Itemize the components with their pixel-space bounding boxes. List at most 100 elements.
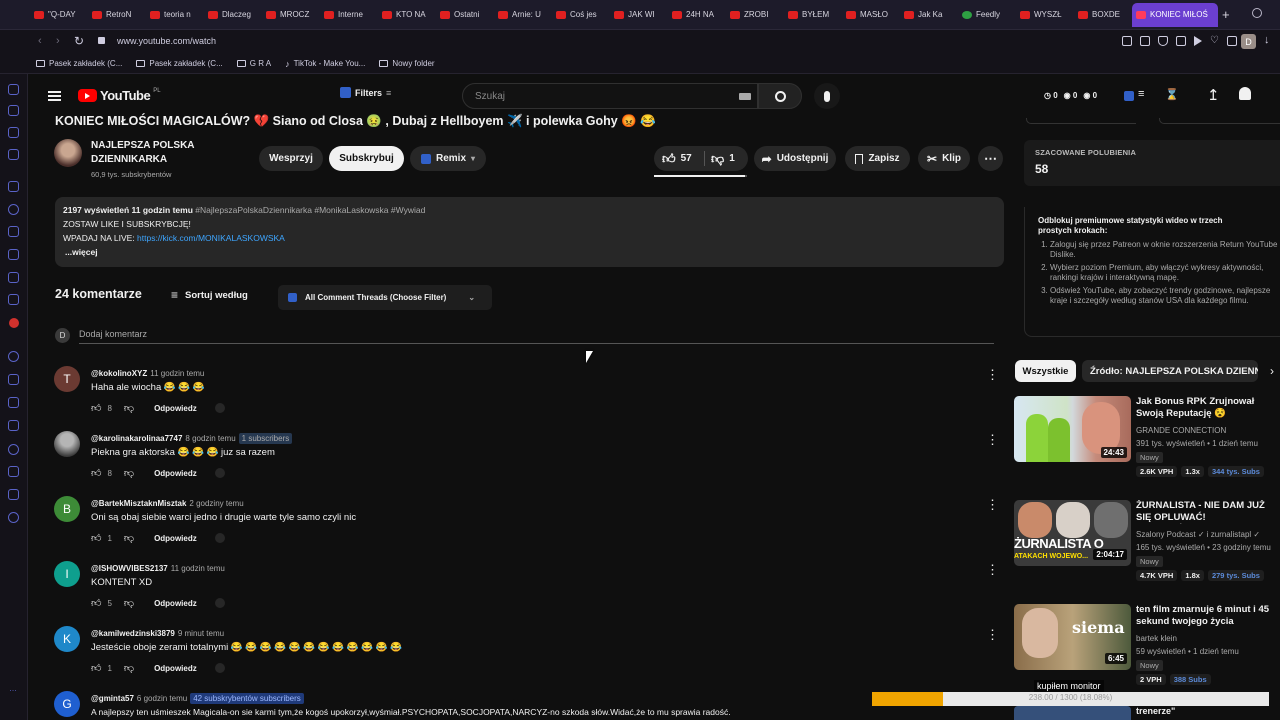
thumbs-up-icon[interactable]: 👍︎: [91, 467, 101, 479]
play-icon[interactable]: [1194, 36, 1202, 46]
bookmark-folder[interactable]: Pasek zakładek (C...: [36, 59, 122, 68]
sidebar-app-icon[interactable]: [8, 127, 19, 138]
forward-icon[interactable]: ›: [56, 35, 60, 47]
share-button[interactable]: ➦ Udostępnij: [754, 146, 836, 171]
chevron-right-icon[interactable]: ›: [1270, 364, 1274, 378]
keyboard-icon[interactable]: [739, 93, 751, 100]
list-icon[interactable]: ≡: [1138, 88, 1144, 100]
comment-avatar[interactable]: B: [54, 496, 80, 522]
extension-dot-icon[interactable]: [214, 403, 225, 413]
comment-time[interactable]: 6 godzin temu: [137, 694, 187, 703]
browser-tab-active[interactable]: KONIEC MIŁOŚ: [1132, 2, 1218, 27]
comment-author[interactable]: @kokolinoXYZ: [91, 369, 147, 378]
extension-icon[interactable]: [1176, 36, 1186, 46]
more-actions-button[interactable]: ⋯: [978, 146, 1003, 171]
sidebar-app-icon[interactable]: [8, 444, 19, 455]
new-tab-icon[interactable]: +: [1222, 7, 1230, 22]
sidebar-app-icon[interactable]: [8, 374, 19, 385]
sidebar-app-icon[interactable]: [8, 226, 19, 237]
browser-tab[interactable]: Ostatni: [436, 3, 494, 27]
sidebar-more-icon[interactable]: …: [9, 684, 17, 693]
upload-icon[interactable]: ↥: [1207, 86, 1220, 104]
comment-author[interactable]: @kamilwedzinski3879: [91, 629, 175, 638]
comment-author[interactable]: @gminta57: [91, 694, 134, 703]
show-more-link[interactable]: ...więcej: [63, 245, 996, 259]
thumbs-up-icon[interactable]: 👍︎: [91, 597, 101, 609]
comment-avatar[interactable]: G: [54, 691, 80, 717]
browser-tab[interactable]: MROCZ: [262, 3, 320, 27]
reply-button[interactable]: Odpowiedz: [154, 534, 197, 543]
video-channel[interactable]: bartek klein: [1136, 634, 1177, 643]
browser-tab[interactable]: BYŁEM: [784, 3, 842, 27]
extension-dot-icon[interactable]: [214, 663, 225, 673]
extension-dot-icon[interactable]: [214, 468, 225, 478]
comment-avatar[interactable]: I: [54, 561, 80, 587]
thumbs-up-icon[interactable]: 👍︎: [91, 532, 101, 544]
comment-menu-icon[interactable]: ⋮: [986, 498, 999, 512]
browser-tab[interactable]: KTO NA: [378, 3, 436, 27]
video-channel[interactable]: Szalony Podcast ✓ i zurnalistapl ✓: [1136, 530, 1260, 539]
voice-search-button[interactable]: [814, 83, 840, 109]
thumbs-down-icon[interactable]: 👎︎: [124, 402, 134, 414]
sidebar-app-icon[interactable]: [8, 204, 19, 215]
thumbs-up-icon[interactable]: 👍︎: [91, 662, 101, 674]
chip-all[interactable]: Wszystkie: [1015, 360, 1076, 382]
comment-time[interactable]: 8 godzin temu: [185, 434, 235, 443]
sidebar-app-icon[interactable]: [8, 84, 19, 95]
extension-icon[interactable]: [1140, 36, 1150, 46]
notifications-bell-icon[interactable]: [1239, 87, 1251, 100]
kick-link[interactable]: https://kick.com/MONIKALASKOWSKA: [137, 233, 285, 243]
sidebar-app-icon[interactable]: [8, 105, 19, 116]
bookmark-folder[interactable]: G R A: [236, 59, 271, 68]
sidebar-app-icon[interactable]: [8, 149, 19, 160]
comment-menu-icon[interactable]: ⋮: [986, 368, 999, 382]
browser-tab[interactable]: Jak Ka: [900, 3, 958, 27]
heart-icon[interactable]: ♡: [1210, 36, 1219, 46]
comment-avatar[interactable]: T: [54, 366, 80, 392]
browser-tab[interactable]: JAK WI: [610, 3, 668, 27]
video-title[interactable]: Jak Bonus RPK Zrujnował Swoją Reputację …: [1136, 396, 1280, 420]
video-channel[interactable]: GRANDE CONNECTION: [1136, 426, 1226, 435]
shield-icon[interactable]: [1158, 36, 1168, 46]
extension-dot-icon[interactable]: [214, 533, 225, 543]
video-thumbnail[interactable]: ŻURNALISTA O ATAKACH WOJEWO... 2:04:17: [1014, 500, 1131, 566]
profile-avatar[interactable]: D: [1241, 34, 1256, 49]
channel-avatar[interactable]: [54, 139, 82, 167]
reply-button[interactable]: Odpowiedz: [154, 469, 197, 478]
browser-tab[interactable]: teoria n: [146, 3, 204, 27]
description-box[interactable]: 2197 wyświetleń 11 godzin temu #Najlepsz…: [55, 197, 1004, 267]
sidebar-app-icon[interactable]: [9, 318, 19, 328]
extension-icon[interactable]: [1124, 91, 1134, 101]
sidebar-app-icon[interactable]: [8, 420, 19, 431]
browser-tab[interactable]: Dlaczeg: [204, 3, 262, 27]
sidebar-app-icon[interactable]: [8, 272, 19, 283]
extension-icon[interactable]: [1122, 36, 1132, 46]
reload-icon[interactable]: ↻: [74, 34, 84, 48]
browser-tab[interactable]: MASŁO: [842, 3, 900, 27]
search-button[interactable]: [758, 83, 802, 109]
video-thumbnail[interactable]: 24:43: [1014, 396, 1131, 462]
hourglass-icon[interactable]: ⌛: [1165, 88, 1179, 101]
menu-icon[interactable]: [48, 91, 61, 101]
video-title[interactable]: ten film zmarnuje 6 minut i 45 sekund tw…: [1136, 604, 1280, 628]
clip-button[interactable]: ✂ Klip: [918, 146, 970, 171]
thumbs-down-icon[interactable]: 👎︎: [124, 662, 134, 674]
thumbs-down-icon[interactable]: 👎︎: [124, 597, 134, 609]
browser-tab[interactable]: Feedly: [958, 3, 1016, 27]
comment-time[interactable]: 11 godzin temu: [171, 564, 225, 573]
comment-time[interactable]: 11 godzin temu: [150, 369, 204, 378]
browser-tab[interactable]: 24H NA: [668, 3, 726, 27]
thumbs-down-icon[interactable]: 👎︎: [124, 467, 134, 479]
comment-filter-select[interactable]: All Comment Threads (Choose Filter) ⌄: [278, 285, 492, 310]
sidebar-app-icon[interactable]: [8, 512, 19, 523]
remix-button[interactable]: Remix ▾: [410, 146, 486, 171]
save-button[interactable]: Zapisz: [845, 146, 910, 171]
chip-source[interactable]: Źródło: NAJLEPSZA POLSKA DZIENNIKARKA: [1082, 360, 1258, 382]
youtube-logo[interactable]: YouTube PL: [78, 88, 161, 103]
reply-button[interactable]: Odpowiedz: [154, 664, 197, 673]
comment-author[interactable]: @BartekMisztaknMisztak: [91, 499, 186, 508]
comment-avatar[interactable]: [54, 431, 80, 457]
browser-tab[interactable]: "Q-DAY: [30, 3, 88, 27]
dislike-button[interactable]: 👎︎ 1: [705, 151, 735, 167]
browser-tab[interactable]: Coś jes: [552, 3, 610, 27]
